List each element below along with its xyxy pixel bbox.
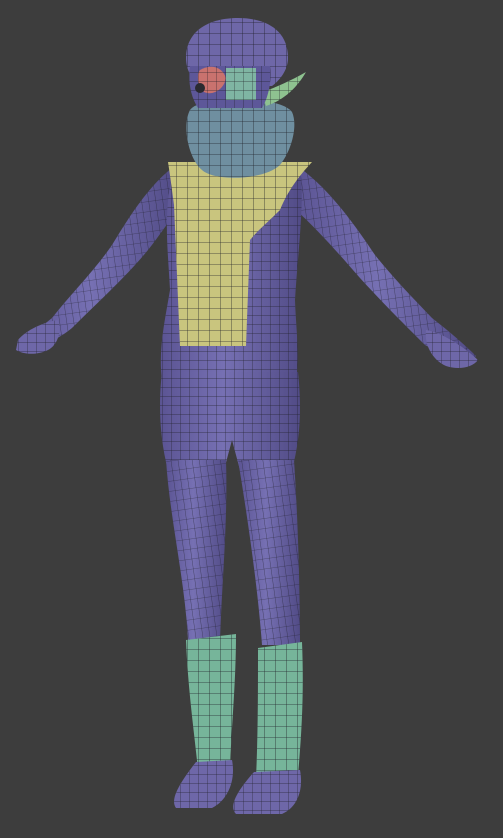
hips[interactable] bbox=[160, 372, 300, 470]
eye bbox=[195, 83, 205, 93]
left-boot[interactable] bbox=[174, 634, 236, 808]
right-boot[interactable] bbox=[233, 642, 303, 814]
right-arm[interactable] bbox=[296, 168, 476, 366]
left-leg[interactable] bbox=[166, 460, 227, 640]
right-leg[interactable] bbox=[238, 460, 300, 645]
left-hand[interactable] bbox=[16, 320, 60, 354]
scarf[interactable] bbox=[186, 98, 295, 178]
3d-viewport[interactable] bbox=[0, 0, 503, 838]
